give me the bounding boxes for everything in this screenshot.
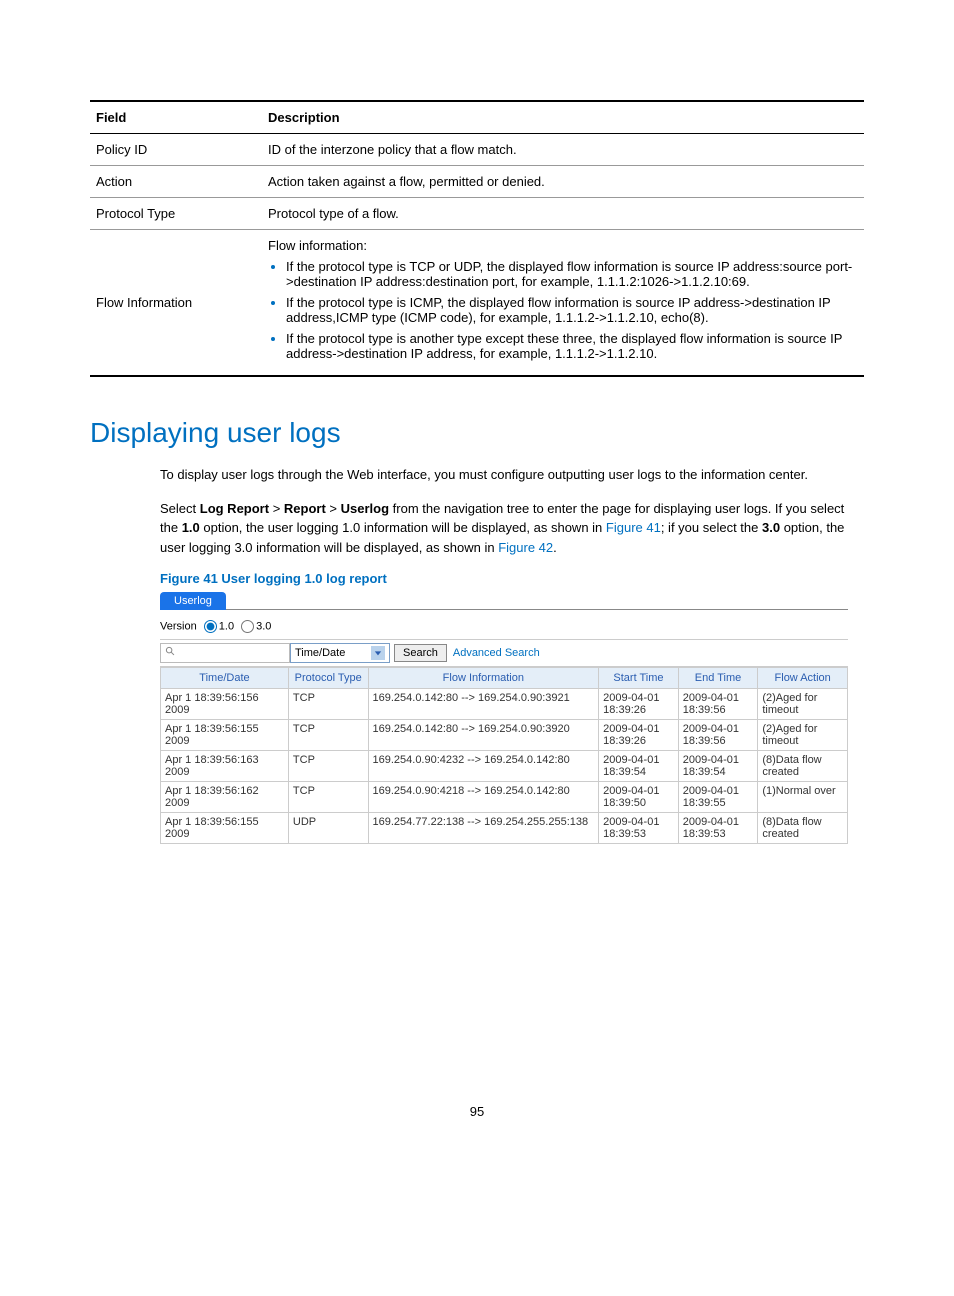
chevron-down-icon bbox=[371, 646, 385, 660]
cell-time: Apr 1 18:39:56:156 2009 bbox=[161, 689, 289, 720]
desc-intro: Flow information: bbox=[268, 238, 858, 253]
table-row: Apr 1 18:39:56:155 2009TCP169.254.0.142:… bbox=[161, 720, 848, 751]
search-input[interactable] bbox=[160, 643, 290, 663]
desc-bullet: If the protocol type is another type exc… bbox=[286, 331, 858, 361]
cell-end: 2009-04-01 18:39:53 bbox=[678, 813, 758, 844]
cell-action: (2)Aged for timeout bbox=[758, 689, 848, 720]
desc-bullet: If the protocol type is ICMP, the displa… bbox=[286, 295, 858, 325]
screenshot-userlog: Userlog Version 1.0 3.0 Time/Date Search… bbox=[160, 592, 848, 844]
th-flow[interactable]: Flow Information bbox=[368, 668, 599, 689]
page-number: 95 bbox=[90, 1104, 864, 1119]
desc-bullet: If the protocol type is TCP or UDP, the … bbox=[286, 259, 858, 289]
th-field: Field bbox=[90, 101, 262, 134]
cell-flow: 169.254.0.142:80 --> 169.254.0.90:3920 bbox=[368, 720, 599, 751]
th-protocol[interactable]: Protocol Type bbox=[288, 668, 368, 689]
radio-version-1[interactable] bbox=[204, 620, 217, 633]
cell-end: 2009-04-01 18:39:54 bbox=[678, 751, 758, 782]
cell-desc: Action taken against a flow, permitted o… bbox=[262, 166, 864, 198]
th-start[interactable]: Start Time bbox=[599, 668, 679, 689]
cell-proto: TCP bbox=[288, 720, 368, 751]
table-row: Apr 1 18:39:56:155 2009UDP169.254.77.22:… bbox=[161, 813, 848, 844]
cell-field: Protocol Type bbox=[90, 198, 262, 230]
version-selector: Version 1.0 3.0 bbox=[160, 616, 848, 639]
cell-start: 2009-04-01 18:39:50 bbox=[599, 782, 679, 813]
cell-end: 2009-04-01 18:39:56 bbox=[678, 689, 758, 720]
radio-version-3[interactable] bbox=[241, 620, 254, 633]
paragraph: Select Log Report > Report > Userlog fro… bbox=[90, 499, 864, 558]
cell-flow: 169.254.77.22:138 --> 169.254.255.255:13… bbox=[368, 813, 599, 844]
cell-field: Action bbox=[90, 166, 262, 198]
figure-caption: Figure 41 User logging 1.0 log report bbox=[90, 571, 864, 586]
table-row: Action Action taken against a flow, perm… bbox=[90, 166, 864, 198]
cell-start: 2009-04-01 18:39:26 bbox=[599, 720, 679, 751]
cell-start: 2009-04-01 18:39:53 bbox=[599, 813, 679, 844]
search-bar: Time/Date Search Advanced Search bbox=[160, 639, 848, 667]
cell-action: (2)Aged for timeout bbox=[758, 720, 848, 751]
cell-time: Apr 1 18:39:56:163 2009 bbox=[161, 751, 289, 782]
cell-time: Apr 1 18:39:56:155 2009 bbox=[161, 813, 289, 844]
th-end[interactable]: End Time bbox=[678, 668, 758, 689]
th-description: Description bbox=[262, 101, 864, 134]
paragraph: To display user logs through the Web int… bbox=[90, 465, 864, 485]
table-row: Flow Information Flow information: If th… bbox=[90, 230, 864, 377]
tab-userlog[interactable]: Userlog bbox=[160, 592, 226, 610]
cell-start: 2009-04-01 18:39:54 bbox=[599, 751, 679, 782]
cell-end: 2009-04-01 18:39:55 bbox=[678, 782, 758, 813]
section-heading: Displaying user logs bbox=[90, 417, 864, 449]
cell-action: (1)Normal over bbox=[758, 782, 848, 813]
cell-action: (8)Data flow created bbox=[758, 751, 848, 782]
cell-flow: 169.254.0.90:4218 --> 169.254.0.142:80 bbox=[368, 782, 599, 813]
field-description-table: Field Description Policy ID ID of the in… bbox=[90, 100, 864, 377]
table-row: Protocol Type Protocol type of a flow. bbox=[90, 198, 864, 230]
cell-desc: Flow information: If the protocol type i… bbox=[262, 230, 864, 377]
table-row: Policy ID ID of the interzone policy tha… bbox=[90, 134, 864, 166]
cell-action: (8)Data flow created bbox=[758, 813, 848, 844]
search-icon bbox=[165, 646, 176, 657]
figure-link[interactable]: Figure 42 bbox=[498, 540, 553, 555]
th-time[interactable]: Time/Date bbox=[161, 668, 289, 689]
cell-flow: 169.254.0.90:4232 --> 169.254.0.142:80 bbox=[368, 751, 599, 782]
table-row: Apr 1 18:39:56:156 2009TCP169.254.0.142:… bbox=[161, 689, 848, 720]
table-row: Apr 1 18:39:56:162 2009TCP169.254.0.90:4… bbox=[161, 782, 848, 813]
version-label: Version bbox=[160, 620, 197, 632]
cell-time: Apr 1 18:39:56:162 2009 bbox=[161, 782, 289, 813]
th-action[interactable]: Flow Action bbox=[758, 668, 848, 689]
search-field-select[interactable]: Time/Date bbox=[290, 643, 390, 663]
cell-flow: 169.254.0.142:80 --> 169.254.0.90:3921 bbox=[368, 689, 599, 720]
tab-underline bbox=[160, 609, 848, 610]
cell-proto: TCP bbox=[288, 689, 368, 720]
search-button[interactable]: Search bbox=[394, 644, 447, 662]
cell-field: Flow Information bbox=[90, 230, 262, 377]
cell-end: 2009-04-01 18:39:56 bbox=[678, 720, 758, 751]
userlog-table: Time/Date Protocol Type Flow Information… bbox=[160, 667, 848, 844]
cell-start: 2009-04-01 18:39:26 bbox=[599, 689, 679, 720]
advanced-search-link[interactable]: Advanced Search bbox=[453, 647, 540, 659]
cell-proto: TCP bbox=[288, 782, 368, 813]
table-row: Apr 1 18:39:56:163 2009TCP169.254.0.90:4… bbox=[161, 751, 848, 782]
figure-link[interactable]: Figure 41 bbox=[606, 520, 661, 535]
cell-time: Apr 1 18:39:56:155 2009 bbox=[161, 720, 289, 751]
cell-desc: ID of the interzone policy that a flow m… bbox=[262, 134, 864, 166]
cell-field: Policy ID bbox=[90, 134, 262, 166]
cell-proto: TCP bbox=[288, 751, 368, 782]
cell-desc: Protocol type of a flow. bbox=[262, 198, 864, 230]
select-value: Time/Date bbox=[295, 647, 345, 659]
cell-proto: UDP bbox=[288, 813, 368, 844]
